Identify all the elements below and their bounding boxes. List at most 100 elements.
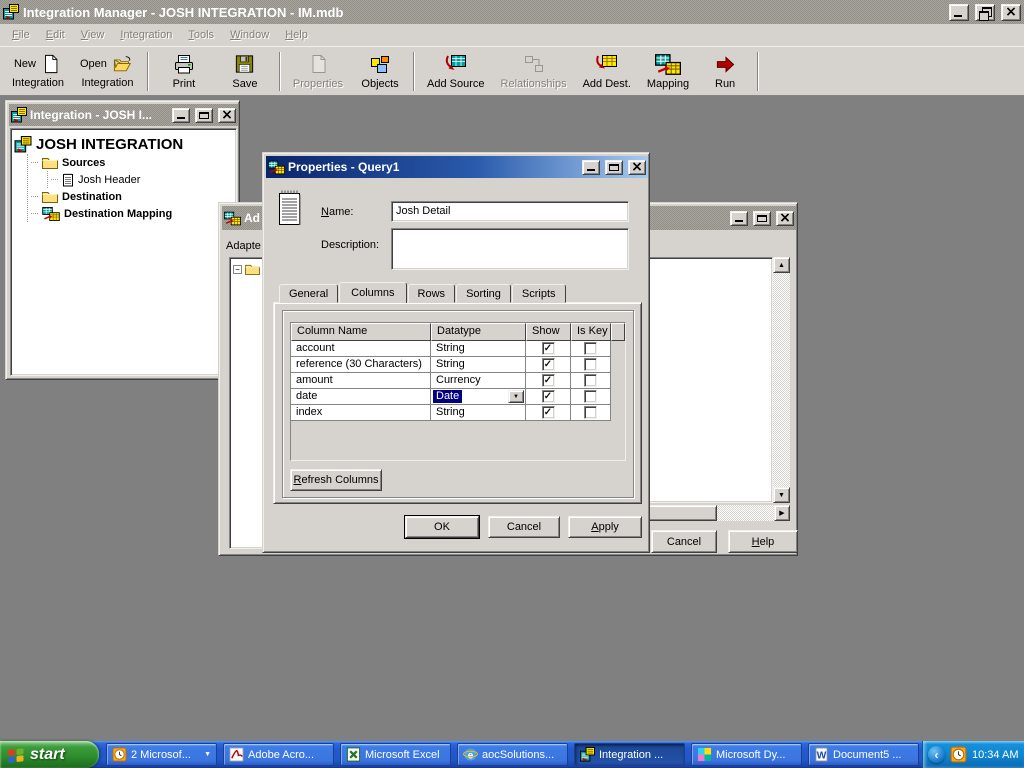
column-name-cell[interactable]: account — [291, 341, 431, 357]
dynamics-icon — [697, 747, 712, 762]
folder-icon — [42, 190, 58, 203]
run-button[interactable]: Run — [697, 49, 753, 94]
is-key-checkbox[interactable] — [584, 342, 597, 355]
menu-help[interactable]: Help — [277, 26, 316, 44]
open-integration-button[interactable]: Open Integration — [72, 49, 143, 94]
maximize-button[interactable] — [753, 211, 771, 226]
column-name-cell[interactable]: reference (30 Characters) — [291, 357, 431, 373]
close-button[interactable] — [776, 211, 794, 226]
mapping-button[interactable]: Mapping — [639, 49, 697, 94]
cancel-button[interactable]: Cancel — [651, 530, 717, 553]
menu-view[interactable]: View — [73, 26, 113, 44]
scroll-right-icon[interactable]: ▶ — [774, 505, 790, 521]
menu-edit[interactable]: Edit — [38, 26, 73, 44]
tree-item-destination-mapping[interactable]: Destination Mapping — [31, 205, 233, 222]
column-name-cell[interactable]: index — [291, 405, 431, 421]
close-button[interactable] — [1001, 4, 1021, 21]
show-cell[interactable] — [526, 405, 571, 421]
show-checkbox[interactable] — [542, 342, 555, 355]
ok-button[interactable]: OK — [405, 516, 479, 538]
name-input[interactable]: Josh Detail — [391, 201, 629, 222]
minimize-button[interactable] — [172, 108, 190, 123]
cancel-button[interactable]: Cancel — [488, 516, 560, 538]
is-key-cell[interactable] — [571, 373, 611, 389]
dropdown-arrow-icon[interactable]: ▼ — [508, 390, 524, 403]
minimize-button[interactable] — [949, 4, 969, 21]
taskbar-task-acrobat[interactable]: Adobe Acro... — [223, 743, 334, 766]
taskbar-task-document5[interactable]: Document5 ... — [808, 743, 919, 766]
show-cell[interactable] — [526, 373, 571, 389]
tree-item-destination[interactable]: Destination — [31, 188, 233, 205]
show-checkbox[interactable] — [542, 374, 555, 387]
is-key-checkbox[interactable] — [584, 390, 597, 403]
tree-children: Josh Header — [47, 171, 233, 188]
taskbar-task-dynamics[interactable]: Microsoft Dy... — [691, 743, 802, 766]
is-key-checkbox[interactable] — [584, 406, 597, 419]
tab-general[interactable]: General — [279, 284, 338, 303]
scrollbar-track[interactable] — [717, 505, 774, 521]
help-button[interactable]: Help — [728, 530, 798, 553]
datatype-cell[interactable]: String — [431, 405, 526, 421]
is-key-checkbox[interactable] — [584, 374, 597, 387]
tray-clock-icon[interactable] — [950, 746, 967, 763]
hide-icons-chevron-icon[interactable]: ‹ — [928, 746, 945, 763]
column-name-cell[interactable]: date — [291, 389, 431, 405]
show-checkbox[interactable] — [542, 390, 555, 403]
tree-root-josh-integration[interactable]: JOSH INTEGRATION — [14, 134, 233, 154]
tab-sorting[interactable]: Sorting — [456, 284, 511, 303]
tree-item-josh-header[interactable]: Josh Header — [51, 171, 233, 188]
show-cell[interactable] — [526, 389, 571, 405]
refresh-columns-button[interactable]: Refresh Columns — [290, 469, 382, 491]
scroll-down-icon[interactable]: ▼ — [773, 487, 790, 503]
menu-tools[interactable]: Tools — [180, 26, 222, 44]
menu-file[interactable]: File — [4, 26, 38, 44]
menu-integration[interactable]: Integration — [112, 26, 180, 44]
new-integration-button[interactable]: New Integration — [4, 49, 72, 94]
maximize-button[interactable] — [605, 160, 623, 175]
show-cell[interactable] — [526, 341, 571, 357]
taskbar-task-aocsolutions[interactable]: aocSolutions... — [457, 743, 568, 766]
close-button[interactable] — [218, 108, 236, 123]
minimize-button[interactable] — [582, 160, 600, 175]
show-checkbox[interactable] — [542, 358, 555, 371]
description-input[interactable] — [391, 228, 629, 270]
is-key-cell[interactable] — [571, 405, 611, 421]
scroll-up-icon[interactable]: ▲ — [773, 257, 790, 273]
datatype-cell[interactable]: String — [431, 341, 526, 357]
save-button[interactable]: Save — [215, 49, 275, 94]
tree-collapse-icon[interactable]: − — [233, 265, 242, 274]
add-dest-button[interactable]: Add Dest. — [575, 49, 639, 94]
datatype-combo[interactable]: Date ▼ — [431, 389, 526, 405]
properties-dialog-titlebar[interactable]: Properties - Query1 — [266, 156, 648, 178]
add-source-button[interactable]: Add Source — [419, 49, 492, 94]
tab-columns[interactable]: Columns — [339, 282, 406, 303]
is-key-cell[interactable] — [571, 341, 611, 357]
is-key-cell[interactable] — [571, 357, 611, 373]
tab-scripts[interactable]: Scripts — [512, 284, 566, 303]
column-name-cell[interactable]: amount — [291, 373, 431, 389]
taskbar-task-excel[interactable]: Microsoft Excel — [340, 743, 451, 766]
maximize-button[interactable] — [195, 108, 213, 123]
start-button[interactable]: start — [0, 741, 99, 768]
show-cell[interactable] — [526, 357, 571, 373]
show-checkbox[interactable] — [542, 406, 555, 419]
restore-button[interactable] — [975, 4, 995, 21]
print-button[interactable]: Print — [153, 49, 215, 94]
minimize-button[interactable] — [730, 211, 748, 226]
taskbar-task-integration[interactable]: Integration ... — [574, 743, 685, 766]
vertical-scrollbar[interactable]: ▲ ▼ — [773, 257, 790, 503]
apply-button[interactable]: Apply — [568, 516, 642, 538]
menu-window[interactable]: Window — [222, 26, 277, 44]
is-key-cell[interactable] — [571, 389, 611, 405]
integration-window-titlebar[interactable]: Integration - JOSH I... — [9, 104, 238, 126]
taskbar-task-group[interactable]: 2 Microsof... ▼ — [106, 743, 217, 766]
close-button[interactable] — [628, 160, 646, 175]
is-key-checkbox[interactable] — [584, 358, 597, 371]
objects-button[interactable]: Objects — [351, 49, 409, 94]
datatype-cell[interactable]: Currency — [431, 373, 526, 389]
datatype-cell[interactable]: String — [431, 357, 526, 373]
group-dropdown-icon[interactable]: ▼ — [204, 751, 211, 758]
scrollbar-track[interactable] — [773, 273, 790, 487]
tree-item-sources[interactable]: Sources — [31, 154, 233, 171]
tab-rows[interactable]: Rows — [408, 284, 456, 303]
